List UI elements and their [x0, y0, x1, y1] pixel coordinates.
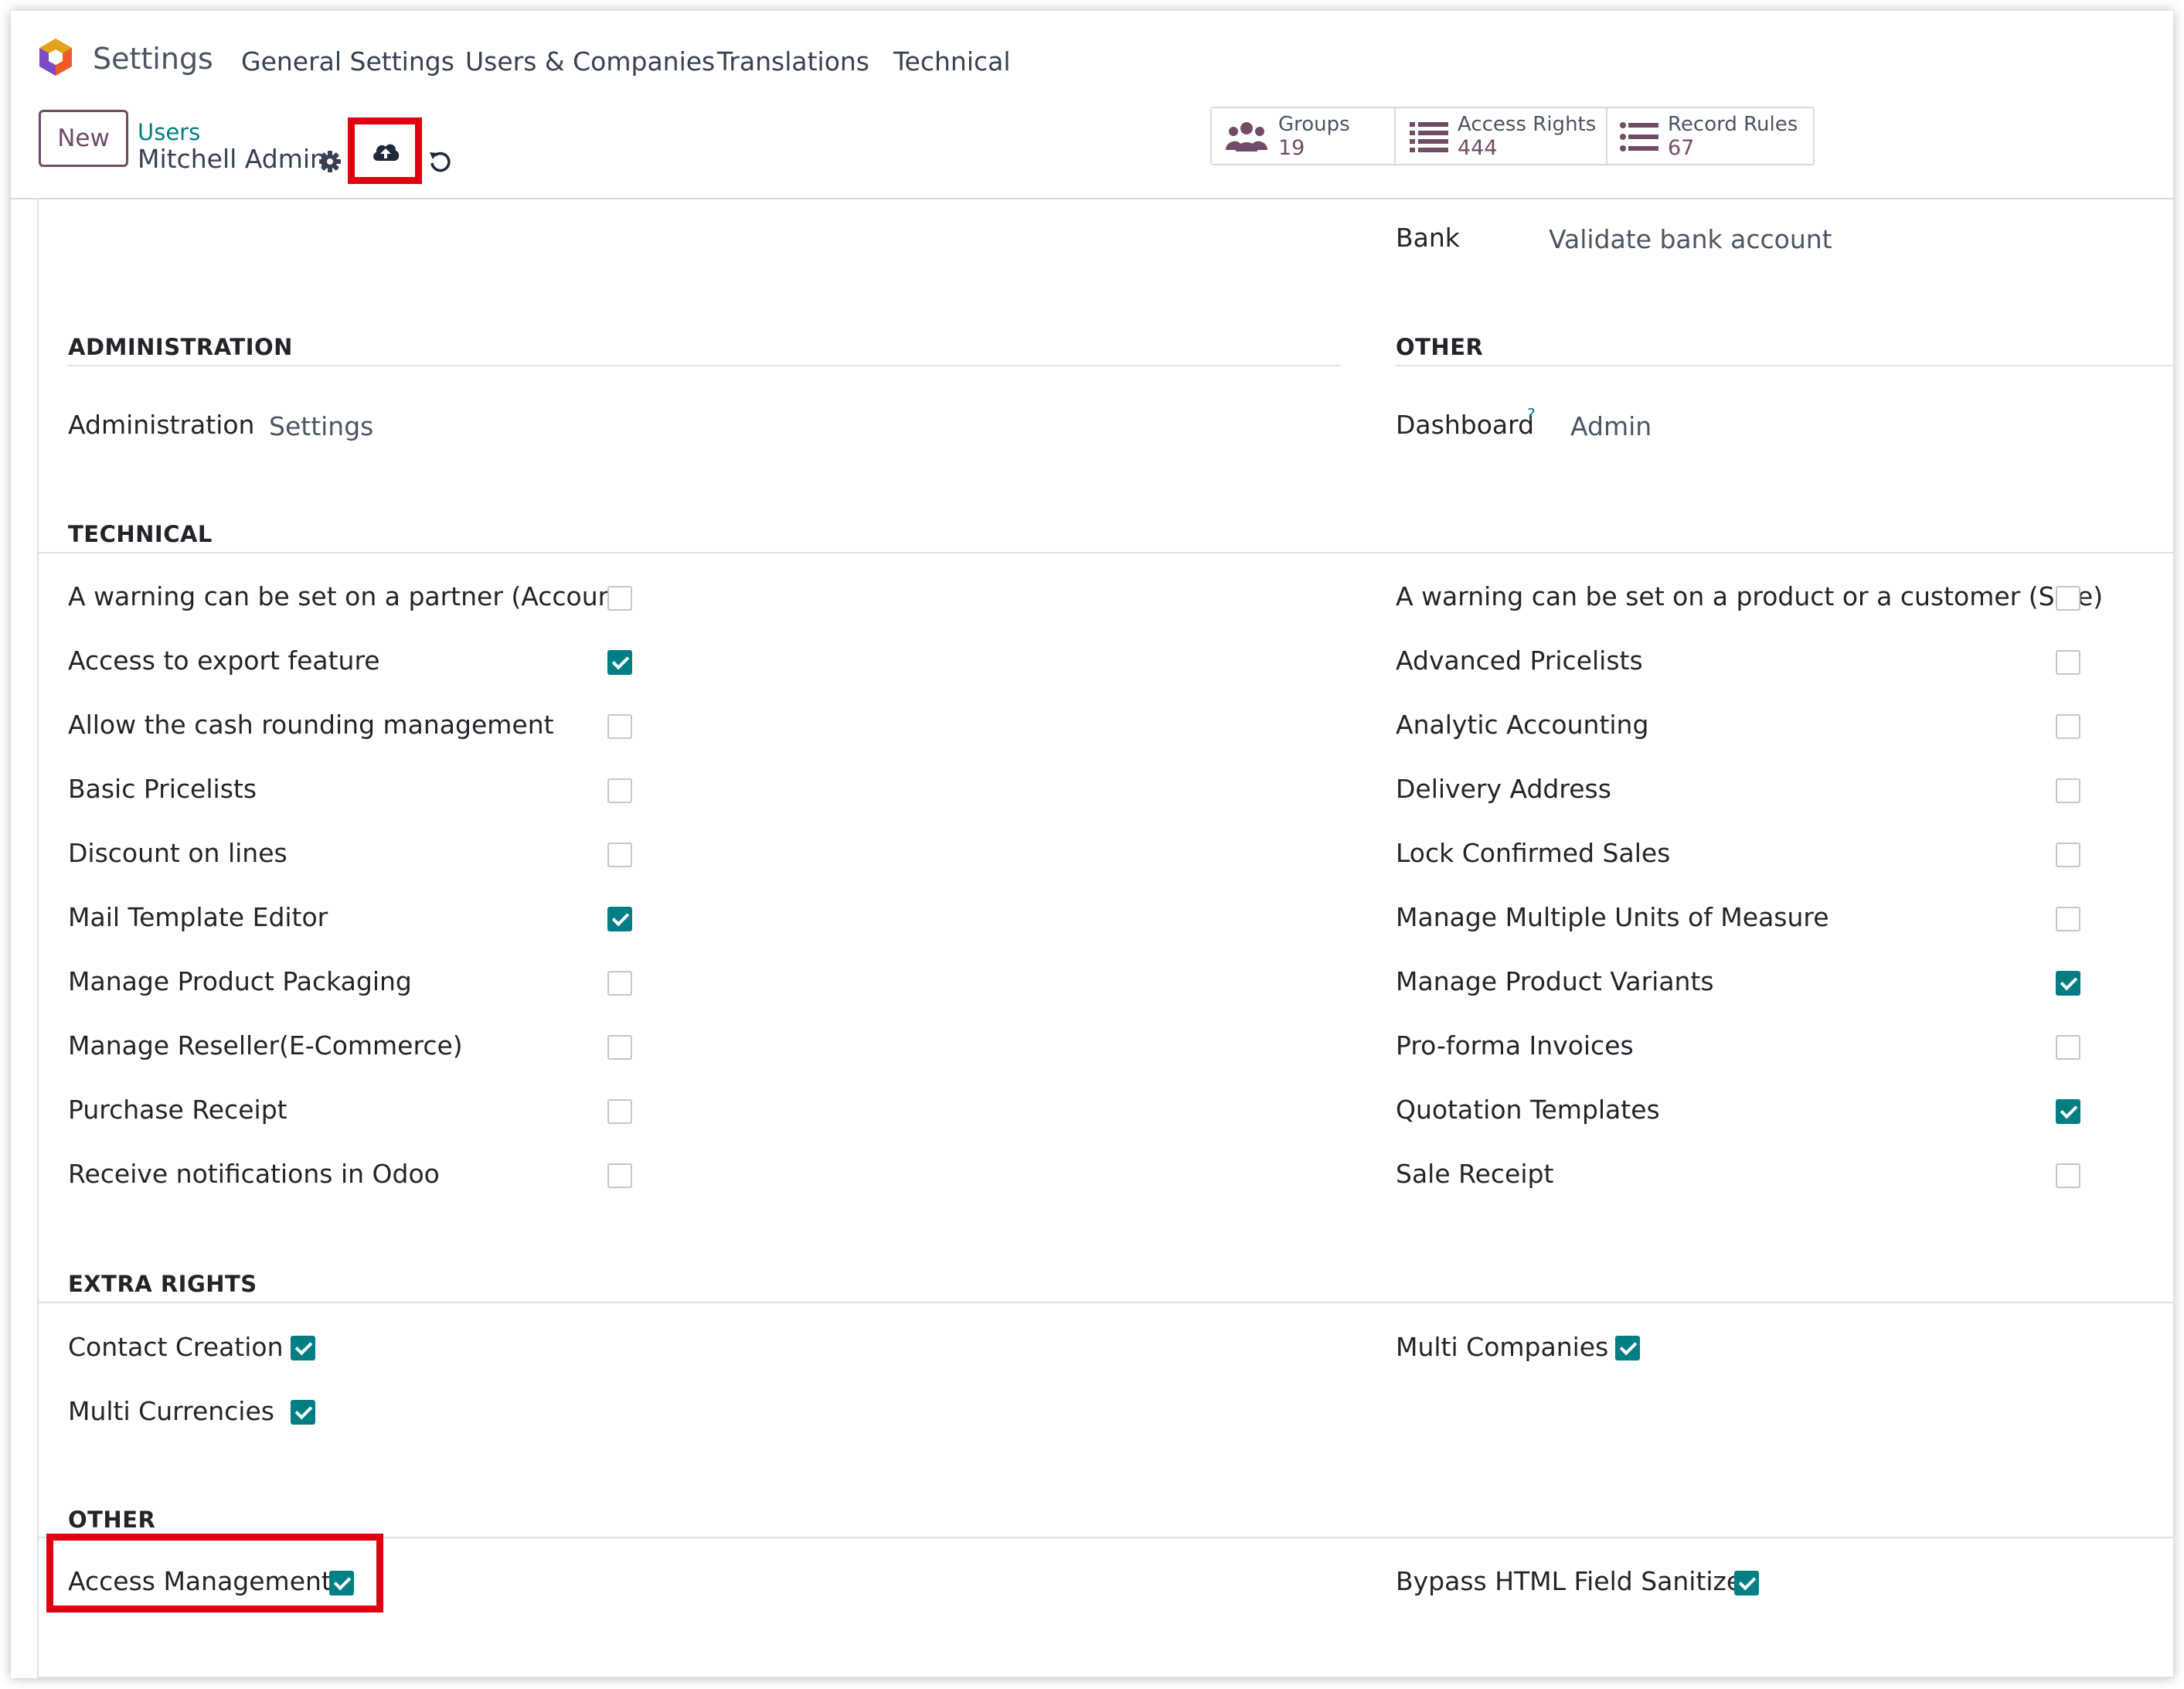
- new-button[interactable]: New: [39, 110, 128, 167]
- technical-option-label: Basic Pricelists: [68, 774, 257, 804]
- access-rights-stat-button[interactable]: Access Rights 444: [1396, 108, 1607, 164]
- list-icon: [1620, 122, 1658, 152]
- record-rules-stat-button[interactable]: Record Rules 67: [1607, 108, 1813, 164]
- technical-option-checkbox[interactable]: [2056, 1163, 2080, 1188]
- extra-right-label: Contact Creation: [68, 1332, 284, 1362]
- bypass-html-sanitize-checkbox[interactable]: [1734, 1571, 1759, 1595]
- stat-buttons: Groups 19 Access Rights 444 Record Rules…: [1210, 107, 1815, 165]
- users-icon: [1226, 122, 1267, 152]
- technical-option-checkbox[interactable]: [2056, 907, 2080, 931]
- record-rules-stat-label: Record Rules: [1668, 113, 1798, 136]
- extra-right-checkbox[interactable]: [291, 1400, 315, 1425]
- access-rights-stat-value: 444: [1458, 136, 1498, 160]
- extra-right-checkbox[interactable]: [1615, 1336, 1640, 1360]
- breadcrumb-users-link[interactable]: Users: [138, 119, 200, 145]
- technical-option-checkbox[interactable]: [607, 586, 632, 611]
- technical-option-checkbox[interactable]: [2056, 586, 2080, 611]
- technical-option-checkbox[interactable]: [607, 1035, 632, 1060]
- technical-option-label: Discount on lines: [68, 838, 287, 868]
- technical-option-checkbox[interactable]: [607, 714, 632, 739]
- menu-users-companies[interactable]: Users & Companies: [465, 46, 715, 77]
- groups-stat-value: 19: [1278, 136, 1305, 160]
- groups-stat-button[interactable]: Groups 19: [1212, 108, 1396, 164]
- section-rule-administration: [68, 365, 1340, 366]
- technical-option-label: A warning can be set on a product or a c…: [1396, 581, 2104, 611]
- technical-option-label: Access to export feature: [68, 645, 380, 676]
- extra-right-label: Multi Companies: [1396, 1332, 1609, 1362]
- technical-option-label: A warning can be set on a partner (Accou…: [68, 581, 634, 611]
- technical-option-checkbox[interactable]: [2056, 843, 2080, 867]
- menu-translations[interactable]: Translations: [717, 46, 869, 77]
- bypass-html-sanitize-label: Bypass HTML Field Sanitize: [1396, 1566, 1743, 1596]
- technical-option-label: Pro-forma Invoices: [1396, 1030, 1634, 1061]
- technical-option-label: Sale Receipt: [1396, 1159, 1554, 1189]
- technical-option-label: Lock Confirmed Sales: [1396, 838, 1671, 868]
- technical-option-checkbox[interactable]: [2056, 971, 2080, 996]
- section-rule-extra-rights: [39, 1302, 2173, 1303]
- technical-option-label: Manage Reseller(E-Commerce): [68, 1030, 463, 1061]
- technical-option-label: Quotation Templates: [1396, 1095, 1660, 1125]
- access-rights-stat-label: Access Rights: [1458, 113, 1597, 136]
- extra-right-checkbox[interactable]: [291, 1336, 315, 1360]
- technical-option-checkbox[interactable]: [607, 778, 632, 803]
- dashboard-field-label: Dashboard: [1396, 410, 1535, 440]
- sheet-left-border: [37, 199, 39, 1678]
- dashboard-field-value[interactable]: Admin: [1570, 411, 1652, 441]
- extra-right-label: Multi Currencies: [68, 1396, 274, 1426]
- administration-field-label: Administration: [68, 410, 255, 440]
- undo-icon[interactable]: [428, 150, 451, 173]
- technical-option-label: Analytic Accounting: [1396, 710, 1649, 740]
- technical-option-label: Manage Product Variants: [1396, 966, 1714, 996]
- bank-label: Bank: [1396, 223, 1460, 253]
- app-title[interactable]: Settings: [93, 42, 213, 76]
- sheet-bottom-border: [37, 1677, 2173, 1678]
- gear-icon[interactable]: [318, 150, 342, 173]
- section-title-technical: TECHNICAL: [68, 521, 213, 547]
- technical-option-label: Mail Template Editor: [68, 902, 328, 932]
- odoo-settings-logo-icon[interactable]: [36, 37, 76, 77]
- breadcrumb-current-record: Mitchell Admin: [138, 144, 326, 174]
- menu-general-settings[interactable]: General Settings: [241, 46, 454, 77]
- technical-option-checkbox[interactable]: [607, 907, 632, 931]
- technical-option-checkbox[interactable]: [607, 650, 632, 675]
- cloud-upload-icon[interactable]: [371, 139, 400, 162]
- section-title-extra-rights: EXTRA RIGHTS: [68, 1271, 257, 1297]
- technical-option-label: Delivery Address: [1396, 774, 1611, 804]
- record-rules-stat-value: 67: [1668, 136, 1695, 160]
- technical-option-label: Manage Multiple Units of Measure: [1396, 902, 1829, 932]
- bank-value[interactable]: Validate bank account: [1549, 224, 1832, 254]
- administration-field-value[interactable]: Settings: [269, 411, 373, 441]
- technical-option-checkbox[interactable]: [2056, 778, 2080, 803]
- technical-option-checkbox[interactable]: [607, 1099, 632, 1124]
- section-title-other: OTHER: [1396, 334, 1484, 360]
- technical-option-label: Allow the cash rounding management: [68, 710, 554, 740]
- technical-option-checkbox[interactable]: [2056, 1099, 2080, 1124]
- technical-option-label: Manage Product Packaging: [68, 966, 412, 996]
- section-title-administration: ADMINISTRATION: [68, 334, 293, 360]
- section-rule-other: [1396, 365, 2173, 366]
- section-rule-technical: [39, 552, 2173, 553]
- groups-stat-label: Groups: [1278, 113, 1350, 136]
- technical-option-label: Advanced Pricelists: [1396, 645, 1643, 676]
- header-divider: [11, 198, 2173, 199]
- section-title-other-bottom: OTHER: [68, 1507, 156, 1533]
- list-icon: [1410, 122, 1448, 152]
- technical-option-checkbox[interactable]: [607, 971, 632, 996]
- app-window: Settings General Settings Users & Compan…: [11, 11, 2173, 1678]
- technical-option-checkbox[interactable]: [2056, 714, 2080, 739]
- technical-option-checkbox[interactable]: [2056, 650, 2080, 675]
- technical-option-label: Purchase Receipt: [68, 1095, 287, 1125]
- access-management-label: Access Management: [68, 1566, 332, 1596]
- technical-option-label: Receive notifications in Odoo: [68, 1159, 440, 1189]
- dashboard-help-tooltip[interactable]: ?: [1527, 405, 1536, 424]
- technical-option-checkbox[interactable]: [2056, 1035, 2080, 1060]
- access-management-checkbox[interactable]: [329, 1571, 354, 1595]
- menu-technical[interactable]: Technical: [893, 46, 1011, 77]
- technical-option-checkbox[interactable]: [607, 1163, 632, 1188]
- technical-option-checkbox[interactable]: [607, 843, 632, 867]
